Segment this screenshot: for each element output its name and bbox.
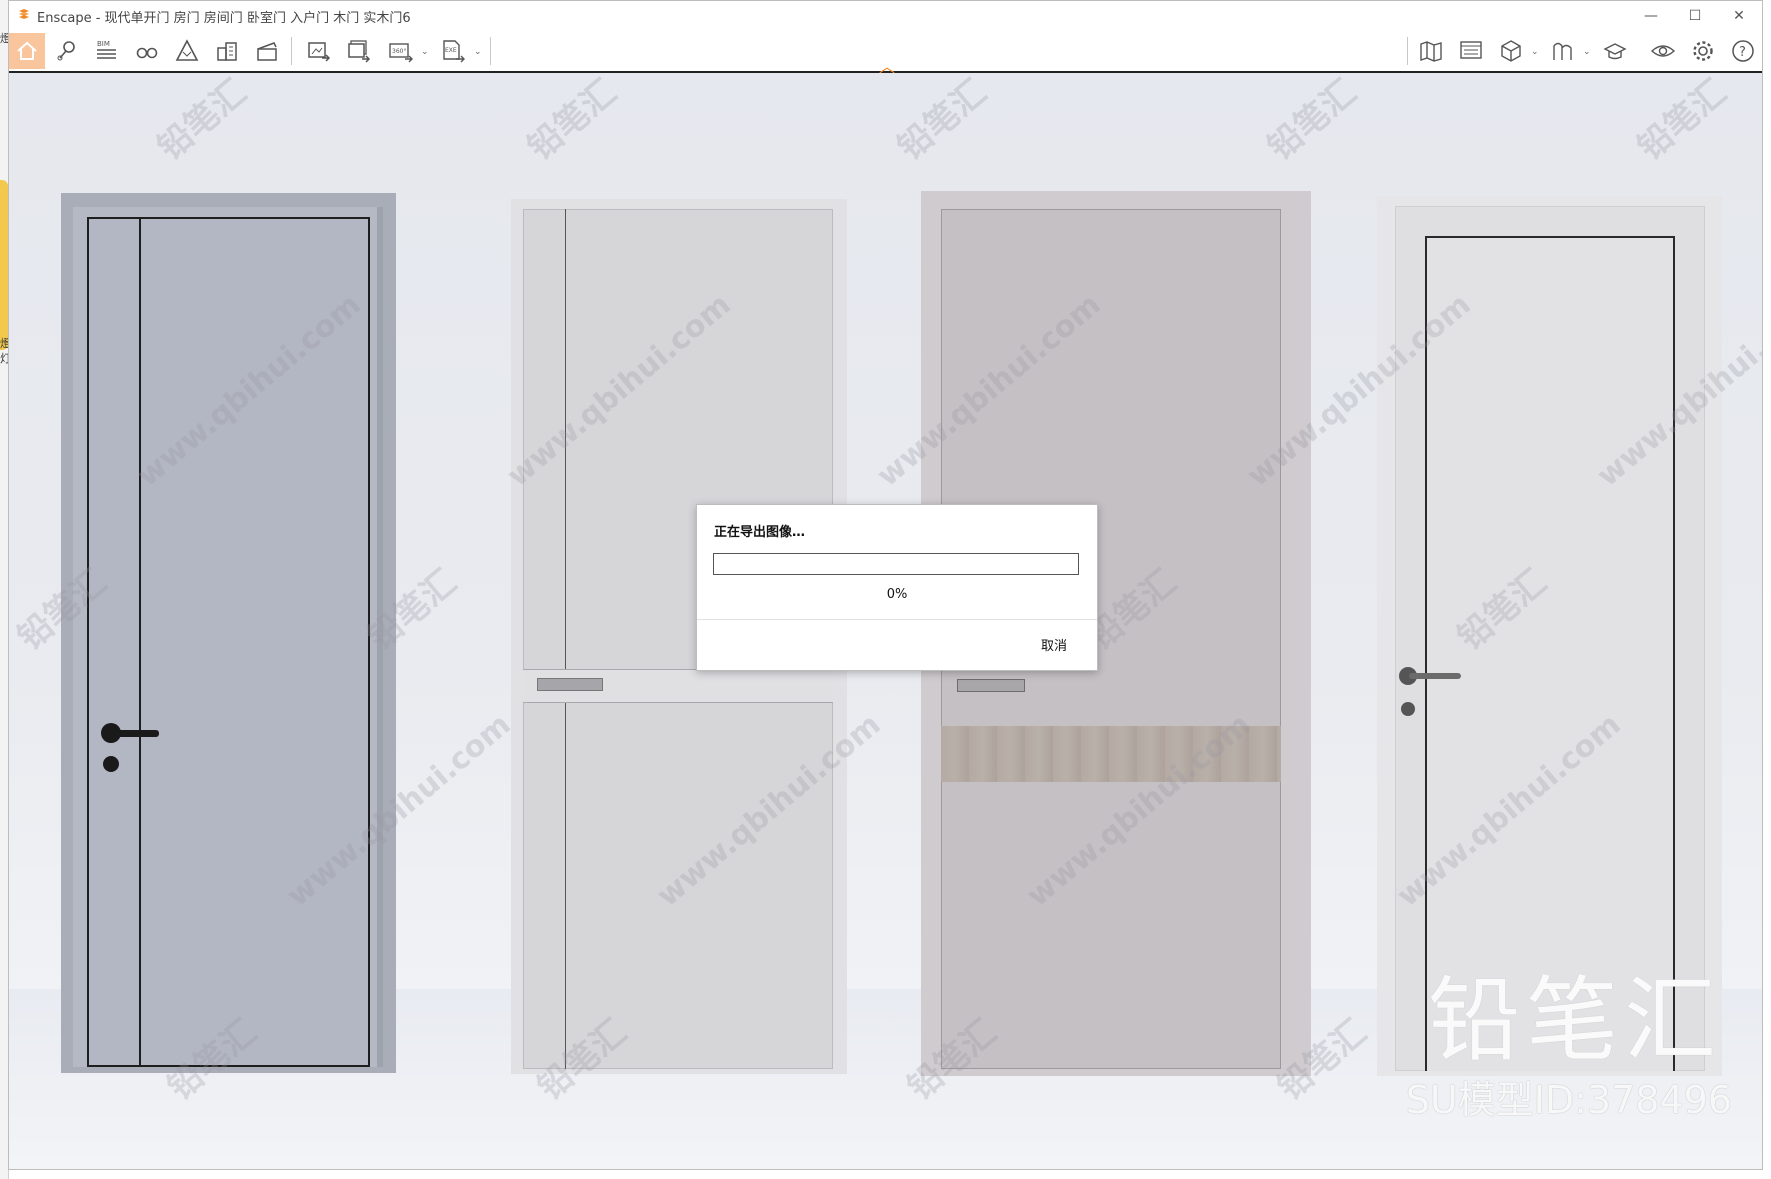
export-image-icon (308, 42, 331, 62)
home-button[interactable] (9, 33, 45, 69)
panorama-button[interactable]: 360° (383, 33, 419, 69)
help-button[interactable]: ? (1725, 33, 1761, 69)
toolbar-separator (1407, 37, 1408, 65)
hat-icon (1603, 43, 1627, 60)
export-progress-bar (713, 553, 1079, 575)
objects-dropdown-chevron-icon[interactable]: ⌄ (1531, 47, 1539, 57)
close-button[interactable]: ✕ (1717, 1, 1761, 31)
export-progress-dialog: 正在导出图像… 0% 取消 (696, 504, 1098, 671)
buildings-button[interactable] (209, 33, 245, 69)
svg-text:?: ? (1739, 45, 1746, 60)
progress-percent-text: 0% (886, 587, 908, 602)
svg-text:BIM: BIM (97, 40, 110, 48)
clapperboard-icon (257, 42, 277, 61)
visual-settings-button[interactable] (1645, 33, 1681, 69)
enscape-logo-icon (19, 9, 29, 19)
bim-icon: BIM (97, 40, 116, 59)
cancel-button[interactable]: 取消 (1041, 635, 1067, 654)
map-icon (1420, 41, 1442, 62)
enscape-window: Enscape - 现代单开门 房门 房间门 卧室门 入户门 木门 实木门6 —… (8, 0, 1763, 1170)
toolbar-separator (490, 37, 491, 65)
window-title: Enscape - 现代单开门 房门 房间门 卧室门 入户门 木门 实木门6 (37, 11, 411, 26)
export-image-button[interactable] (301, 33, 337, 69)
watermark-text: 铅笔汇 (150, 73, 255, 169)
mountain-icon (175, 39, 199, 61)
video-editor-button[interactable] (249, 33, 285, 69)
watermark-text: 铅笔汇 (890, 73, 995, 169)
toolbar-separator (291, 37, 292, 65)
watermark-text: 铅笔汇 (1630, 73, 1735, 169)
cube-icon (1501, 40, 1521, 62)
asset-library-button[interactable] (1545, 33, 1581, 69)
watermark-text: 铅笔汇 (520, 73, 625, 169)
export-exe-button[interactable]: EXE (435, 33, 471, 69)
batch-export-icon (348, 40, 371, 63)
door-model-1 (61, 193, 401, 1073)
export-exe-icon: EXE (443, 40, 465, 63)
dialog-divider (697, 619, 1097, 620)
views-button[interactable] (1597, 33, 1633, 69)
panorama-dropdown-chevron-icon[interactable]: ⌄ (421, 47, 429, 57)
objects-button[interactable] (1493, 33, 1529, 69)
eye-icon (1650, 45, 1676, 57)
dialog-title: 正在导出图像… (714, 525, 806, 540)
batch-export-button[interactable] (341, 33, 377, 69)
main-toolbar: BIM 360° ⌄ EXE ⌄ ︿ ⌄ ⌄ ? (9, 31, 1762, 76)
asset-library-icon (1553, 42, 1572, 60)
bim-button[interactable]: BIM (89, 33, 125, 69)
folder-icon (0, 180, 8, 350)
svg-text:EXE: EXE (445, 47, 457, 54)
minimize-button[interactable]: — (1629, 1, 1673, 31)
model-id-watermark: SU模型ID:378496 (1405, 1078, 1732, 1122)
buildings-icon (217, 42, 237, 61)
landscape-button[interactable] (169, 33, 205, 69)
binoculars-icon (136, 47, 158, 59)
watermark-text: 铅笔汇 (1260, 73, 1365, 169)
exe-dropdown-chevron-icon[interactable]: ⌄ (474, 47, 482, 57)
binoculars-button[interactable] (129, 33, 165, 69)
panorama-360-icon: 360° (389, 43, 413, 63)
gallery-icon (1460, 41, 1482, 59)
door-model-4 (1377, 196, 1727, 1076)
location-pin-icon (57, 41, 75, 61)
home-icon (17, 41, 37, 60)
location-button[interactable] (49, 33, 85, 69)
map-button[interactable] (1413, 33, 1449, 69)
gear-icon (1693, 41, 1713, 61)
svg-text:360°: 360° (392, 48, 406, 55)
help-icon: ? (1732, 40, 1754, 62)
settings-button[interactable] (1685, 33, 1721, 69)
title-bar[interactable]: Enscape - 现代单开门 房门 房间门 卧室门 入户门 木门 实木门6 —… (9, 1, 1762, 31)
brand-watermark: 铅笔汇 (1427, 967, 1722, 1074)
maximize-button[interactable]: ☐ (1673, 1, 1717, 31)
gallery-button[interactable] (1453, 33, 1489, 69)
asset-dropdown-chevron-icon[interactable]: ⌄ (1583, 47, 1591, 57)
